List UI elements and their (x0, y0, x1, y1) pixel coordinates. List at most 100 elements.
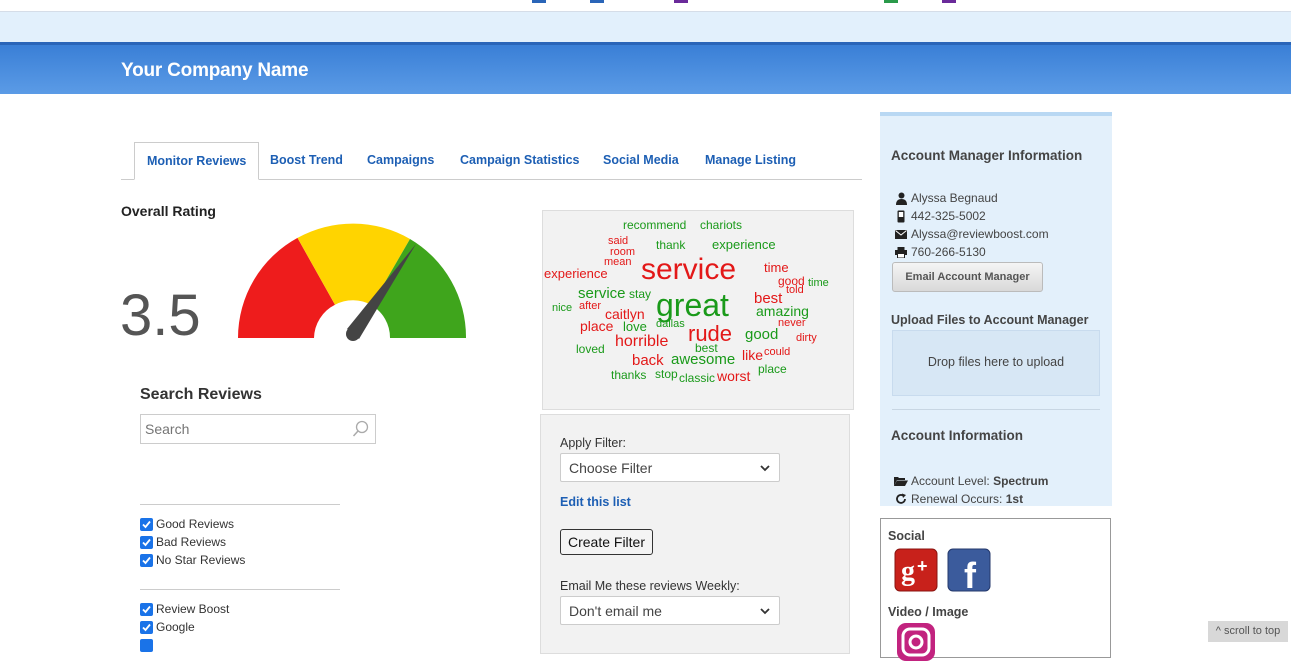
top-strip (0, 0, 1291, 12)
facebook-icon[interactable]: f (947, 548, 991, 592)
refresh-icon (894, 493, 908, 505)
word-cloud: recommend chariots said thank experience room… (542, 210, 854, 410)
chevron-down-icon (760, 608, 770, 615)
cloud-word: mean (604, 256, 632, 268)
renewal-value: 1st (1005, 492, 1024, 506)
instagram-icon[interactable] (897, 623, 935, 661)
tab-bar: Monitor Reviews Boost Trend Campaigns Ca… (121, 142, 862, 180)
manager-fax: 760-266-5130 (911, 245, 986, 259)
filter-google[interactable]: Google (140, 618, 229, 636)
filter-bad-reviews[interactable]: Bad Reviews (140, 533, 245, 551)
overall-rating-title: Overall Rating (121, 203, 216, 219)
cloud-word: nice (552, 302, 573, 314)
sidebar-divider (892, 409, 1100, 410)
tab-boost-trend[interactable]: Boost Trend (270, 142, 343, 180)
phone-icon (894, 210, 908, 223)
rating-gauge (238, 223, 467, 341)
site-header: Your Company Name (0, 42, 1291, 94)
search-box (140, 414, 376, 444)
google-plus-icon[interactable]: g + (894, 548, 938, 592)
cloud-word: could (764, 346, 791, 358)
cloud-word: great (656, 287, 729, 323)
cloud-word: classic (679, 371, 716, 385)
cloud-word: horrible (615, 333, 669, 350)
top-band (0, 12, 1291, 42)
filter-divider (140, 504, 340, 505)
checkbox-checked-icon[interactable] (140, 602, 153, 616)
create-filter-button[interactable]: Create Filter (560, 529, 653, 555)
account-manager-title: Account Manager Information (891, 148, 1083, 163)
filter-no-star-reviews[interactable]: No Star Reviews (140, 551, 245, 569)
cloud-word: worst (717, 368, 751, 384)
renewal-label: Renewal Occurs: (911, 492, 1003, 506)
manager-phone: 442-325-5002 (911, 209, 986, 223)
svg-text:g: g (901, 556, 915, 587)
video-image-title: Video / Image (888, 605, 969, 619)
renewal-row: Renewal Occurs: 1st (894, 491, 1023, 507)
choose-filter-select[interactable]: Choose Filter (560, 453, 780, 482)
search-reviews-title: Search Reviews (140, 386, 262, 403)
checkbox-checked-icon[interactable] (140, 535, 153, 549)
cloud-word: amazing (756, 303, 809, 319)
review-type-filters: Good Reviews Bad Reviews No Star Reviews (140, 515, 245, 569)
person-icon (894, 192, 908, 205)
cloud-word: place (758, 362, 787, 376)
filter-good-reviews[interactable]: Good Reviews (140, 515, 245, 533)
account-info-title: Account Information (891, 428, 1023, 443)
choose-filter-value: Choose Filter (569, 460, 653, 476)
account-level-value: Spectrum (993, 474, 1049, 488)
tab-social-media[interactable]: Social Media (603, 142, 679, 180)
filter-divider (140, 589, 340, 590)
account-level-label: Account Level: (911, 474, 990, 488)
filter-label: Good Reviews (156, 517, 235, 531)
manager-email[interactable]: Alyssa@reviewboost.com (911, 227, 1049, 241)
cloud-word: dirty (796, 332, 817, 344)
manager-name: Alyssa Begnaud (911, 191, 998, 205)
checkbox-checked-icon[interactable] (140, 517, 153, 531)
filter-panel: Apply Filter: Choose Filter Edit this li… (540, 414, 850, 654)
filter-label: Review Boost (156, 602, 230, 616)
edit-list-link[interactable]: Edit this list (560, 495, 631, 509)
filter-partial[interactable] (140, 636, 229, 654)
tab-monitor-reviews[interactable]: Monitor Reviews (134, 142, 260, 180)
manager-fax-row: 760-266-5130 (894, 244, 986, 260)
cloud-word: awesome (671, 351, 736, 368)
filter-label: No Star Reviews (156, 553, 246, 567)
apply-filter-label: Apply Filter: (560, 436, 626, 450)
rating-value: 3.5 (120, 283, 201, 348)
tab-manage-listing[interactable]: Manage Listing (705, 142, 796, 180)
checkbox-checked-icon[interactable] (140, 620, 153, 634)
scroll-to-top-button[interactable]: ^ scroll to top (1208, 621, 1288, 642)
email-account-manager-button[interactable]: Email Account Manager (892, 262, 1043, 292)
cloud-word: stay (629, 287, 652, 301)
cloud-word: thanks (611, 368, 647, 382)
manager-email-row: Alyssa@reviewboost.com (894, 226, 1049, 242)
cloud-word: loved (576, 342, 605, 356)
tab-campaigns[interactable]: Campaigns (367, 142, 434, 180)
tab-campaign-statistics[interactable]: Campaign Statistics (460, 142, 579, 180)
cloud-word: place (580, 318, 614, 334)
filter-label: Google (156, 620, 195, 634)
folder-open-icon (894, 476, 908, 486)
company-name[interactable]: Your Company Name (121, 60, 309, 82)
strip-marker (884, 0, 898, 3)
strip-marker (590, 0, 604, 3)
search-icon[interactable] (352, 420, 370, 438)
cloud-word: never (778, 317, 806, 329)
filter-review-boost[interactable]: Review Boost (140, 600, 229, 618)
cloud-word: experience (544, 266, 608, 281)
email-frequency-select[interactable]: Don't email me (560, 596, 780, 625)
printer-icon (894, 246, 908, 258)
cloud-word: good (745, 326, 779, 343)
checkbox-checked-icon[interactable] (140, 553, 153, 567)
cloud-word: like (742, 347, 764, 363)
envelope-icon (894, 229, 908, 239)
cloud-word: stop (655, 367, 678, 381)
checkbox-checked-icon[interactable] (140, 638, 153, 652)
strip-marker (942, 0, 956, 3)
search-input[interactable] (141, 415, 341, 443)
file-dropzone[interactable]: Drop files here to upload (892, 330, 1100, 396)
cloud-word: chariots (700, 218, 743, 232)
strip-marker (674, 0, 688, 3)
chevron-down-icon (760, 465, 770, 472)
